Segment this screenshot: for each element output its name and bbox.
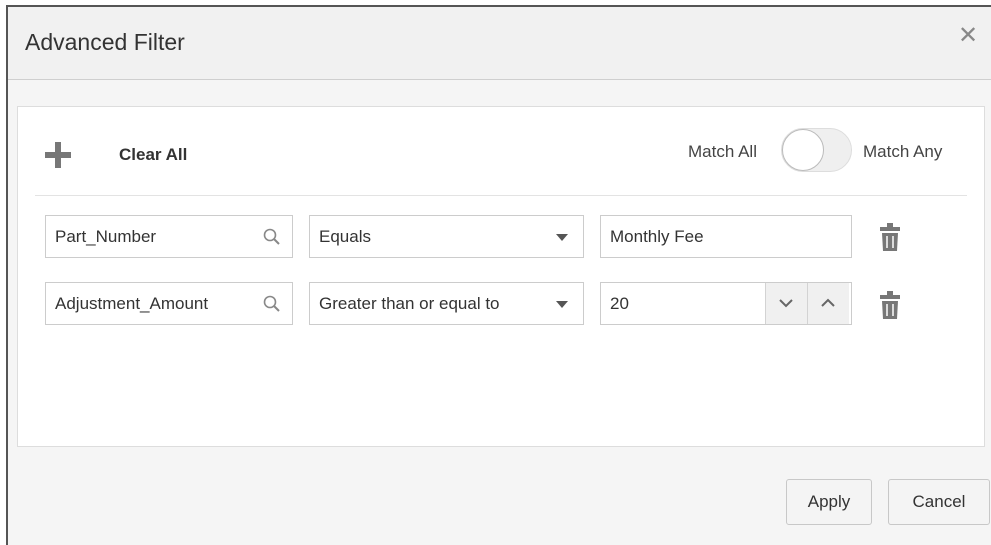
value-text: 20 (610, 294, 629, 313)
chevron-down-icon (779, 299, 793, 308)
value-input[interactable]: Monthly Fee (600, 215, 852, 258)
increment-button[interactable] (807, 283, 849, 324)
field-name-input[interactable]: Part_Number (45, 215, 293, 258)
toggle-knob (782, 129, 824, 171)
chevron-down-icon (556, 234, 568, 241)
match-all-label: Match All (688, 142, 757, 161)
close-icon[interactable]: ✕ (958, 24, 978, 48)
trash-icon[interactable] (879, 290, 901, 320)
match-any-label: Match Any (863, 142, 943, 161)
match-mode-toggle[interactable] (781, 128, 852, 172)
trash-icon[interactable] (879, 222, 901, 252)
clear-all-button[interactable]: Clear All (119, 145, 187, 165)
search-icon[interactable] (262, 227, 282, 247)
chevron-down-icon (556, 301, 568, 308)
operator-value: Greater than or equal to (319, 294, 500, 313)
field-name-value: Part_Number (55, 227, 157, 246)
chevron-up-icon (821, 298, 835, 307)
filter-panel: Clear All Match All Match Any Part_Numbe… (17, 106, 985, 447)
operator-select[interactable]: Greater than or equal to (309, 282, 584, 325)
plus-icon[interactable] (45, 142, 71, 168)
search-icon[interactable] (262, 294, 282, 314)
value-text: Monthly Fee (610, 227, 704, 246)
field-name-input[interactable]: Adjustment_Amount (45, 282, 293, 325)
divider (35, 195, 967, 196)
operator-value: Equals (319, 227, 371, 246)
operator-select[interactable]: Equals (309, 215, 584, 258)
apply-button[interactable]: Apply (786, 479, 872, 525)
field-name-value: Adjustment_Amount (55, 294, 209, 313)
cancel-button[interactable]: Cancel (888, 479, 990, 525)
decrement-button[interactable] (765, 283, 807, 324)
dialog-header: Advanced Filter ✕ (8, 7, 991, 80)
dialog-title: Advanced Filter (25, 29, 185, 55)
advanced-filter-dialog: Advanced Filter ✕ Clear All Match All Ma… (6, 5, 991, 545)
number-stepper[interactable]: 20 (600, 282, 852, 325)
